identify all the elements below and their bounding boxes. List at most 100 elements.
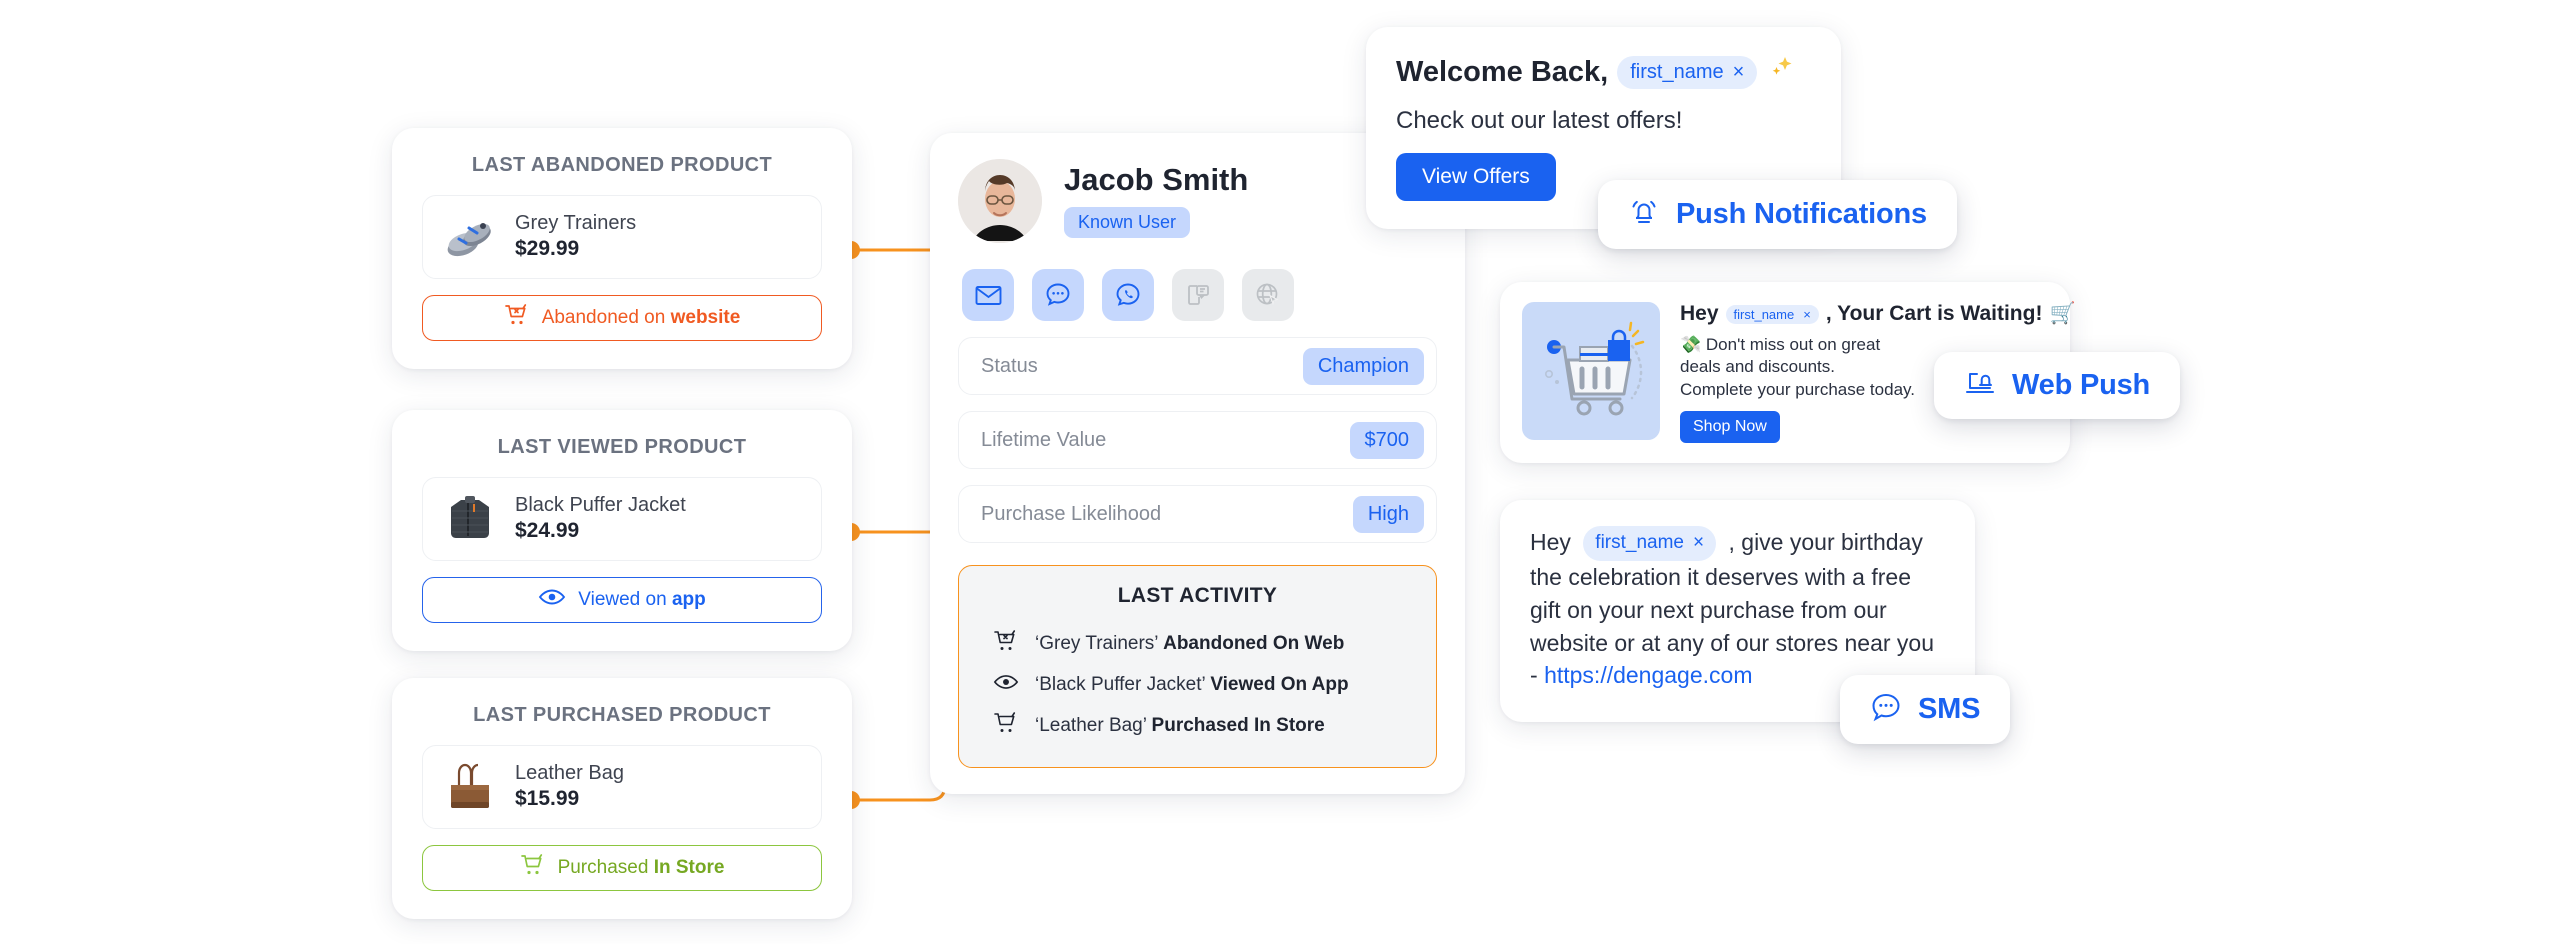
web-push-badge[interactable]: Web Push [1934, 352, 2181, 419]
whatsapp-channel-icon[interactable] [1102, 269, 1154, 321]
stat-value: $700 [1349, 421, 1424, 459]
sms-prefix: Hey [1530, 529, 1571, 555]
product-row: Black Puffer Jacket $24.99 [422, 477, 822, 561]
close-icon[interactable]: × [1733, 61, 1745, 84]
sms-message: Hey first_name × , give your birthday th… [1530, 526, 1945, 692]
list-item: ‘Leather Bag’ Purchased In Store [981, 704, 1414, 747]
last-activity-panel: LAST ACTIVITY ‘Grey Trainers’ Abandoned … [958, 565, 1437, 768]
action-label: Purchased [557, 857, 654, 878]
card-title: LAST ABANDONED PRODUCT [471, 154, 773, 176]
last-abandoned-product-card: LAST ABANDONED PRODUCT Grey Trainers $29… [392, 128, 852, 369]
product-price: $29.99 [515, 237, 580, 261]
last-purchased-product-card: LAST PURCHASED PRODUCT Leather Bag $15.9… [392, 678, 852, 919]
product-row: Leather Bag $15.99 [422, 745, 822, 829]
leather-bag-thumb [439, 756, 501, 818]
purchased-in-store-button[interactable]: Purchased In Store [422, 845, 822, 891]
first-name-token[interactable]: first_name × [1617, 55, 1758, 89]
mobile-push-channel-icon[interactable] [1172, 269, 1224, 321]
stat-row-lifetime-value: Lifetime Value $700 [958, 411, 1437, 469]
first-name-token[interactable]: first_name × [1583, 526, 1717, 562]
badge-label: Push Notifications [1676, 198, 1927, 230]
action-label-bold: website [670, 307, 741, 328]
webpush-title: Hey first_name × , Your Cart is Waiting!… [1680, 302, 2076, 326]
activity-product: ‘Grey Trainers’ [1035, 632, 1158, 654]
product-name: Grey Trainers [515, 212, 637, 235]
activity-action: Viewed On App [1210, 673, 1349, 695]
action-label: Abandoned on [541, 307, 671, 328]
stat-label: Purchase Likelihood [981, 502, 1162, 525]
card-title: LAST VIEWED PRODUCT [497, 436, 747, 458]
welcome-heading-text: Welcome Back, [1396, 55, 1609, 88]
welcome-subtitle: Check out our latest offers! [1396, 107, 1683, 134]
token-label: first_name [1630, 60, 1724, 83]
money-emoji-icon: 💸 [1680, 335, 1702, 354]
viewed-on-app-button[interactable]: Viewed on app [422, 577, 822, 623]
cart-icon [520, 853, 546, 883]
close-icon[interactable]: × [1693, 530, 1704, 557]
webpush-body-line1: Don't miss out on great [1705, 335, 1881, 354]
cart-x-icon [504, 303, 530, 333]
action-label-bold: app [671, 589, 706, 610]
black-puffer-jacket-thumb [439, 488, 501, 550]
shopping-cart-illustration [1522, 302, 1660, 440]
product-price: $15.99 [515, 787, 580, 811]
last-activity-title: LAST ACTIVITY [1117, 584, 1278, 607]
stat-value: Champion [1302, 347, 1424, 385]
cart-emoji-icon: 🛒 [2049, 302, 2076, 325]
product-row: Grey Trainers $29.99 [422, 195, 822, 279]
card-title: LAST PURCHASED PRODUCT [473, 704, 771, 726]
web-push-channel-icon[interactable] [1242, 269, 1294, 321]
grey-trainers-thumb [439, 206, 501, 268]
sparkles-icon [1766, 53, 1796, 91]
activity-action: Purchased In Store [1151, 714, 1325, 736]
sms-channel-icon[interactable] [1032, 269, 1084, 321]
stat-row-status: Status Champion [958, 337, 1437, 395]
channel-icon-row [962, 269, 1437, 321]
eye-icon [538, 587, 566, 613]
webpush-title-prefix: Hey [1680, 302, 1719, 325]
webpush-body-line3: Complete your purchase today. [1680, 379, 1915, 399]
first-name-token[interactable]: first_name × [1725, 304, 1819, 324]
laptop-bell-icon [1964, 368, 1996, 403]
view-offers-button[interactable]: View Offers [1396, 153, 1556, 201]
badge-label: Web Push [2012, 369, 2151, 401]
badge-label: SMS [1918, 693, 1981, 725]
push-notifications-badge[interactable]: Push Notifications [1598, 180, 1957, 249]
cart-icon [993, 711, 1019, 740]
canvas: LAST ABANDONED PRODUCT Grey Trainers $29… [0, 0, 2560, 944]
sms-link[interactable]: https://dengage.com [1544, 662, 1752, 688]
stat-row-purchase-likelihood: Purchase Likelihood High [958, 485, 1437, 543]
action-label: Viewed on [578, 589, 672, 610]
abandoned-on-website-button[interactable]: Abandoned on website [422, 295, 822, 341]
stat-label: Lifetime Value [981, 428, 1107, 451]
webpush-title-suffix: , Your Cart is Waiting! [1825, 302, 2043, 325]
customer-profile-card: Jacob Smith Known User Status Champion L… [930, 133, 1465, 794]
token-label: first_name [1733, 306, 1795, 322]
activity-product: ‘Leather Bag’ [1035, 714, 1147, 736]
sms-badge[interactable]: SMS [1840, 675, 2011, 744]
list-item: ‘Grey Trainers’ Abandoned On Web [981, 622, 1414, 665]
token-label: first_name [1595, 532, 1684, 554]
cart-x-icon [993, 629, 1019, 658]
page-title: Jacob Smith [1064, 162, 1249, 198]
email-channel-icon[interactable] [962, 269, 1014, 321]
shop-now-button[interactable]: Shop Now [1680, 411, 1780, 444]
welcome-heading: Welcome Back, first_name × [1396, 53, 1811, 91]
chat-bubble-icon [1870, 691, 1902, 728]
bell-icon [1628, 196, 1660, 233]
close-icon[interactable]: × [1803, 307, 1811, 322]
stat-label: Status [981, 354, 1038, 377]
webpush-body-line2: deals and discounts. [1680, 357, 1835, 377]
eye-icon [993, 672, 1019, 697]
product-name: Black Puffer Jacket [515, 494, 686, 517]
activity-product: ‘Black Puffer Jacket’ [1035, 673, 1206, 695]
action-label-bold: In Store [653, 857, 725, 878]
last-viewed-product-card: LAST VIEWED PRODUCT Black Puffer Jacket … [392, 410, 852, 651]
product-price: $24.99 [515, 519, 580, 543]
product-name: Leather Bag [515, 762, 624, 785]
status-badge: Known User [1064, 206, 1191, 238]
jacob-smith-avatar [958, 159, 1042, 243]
activity-action: Abandoned On Web [1163, 632, 1345, 654]
list-item: ‘Black Puffer Jacket’ Viewed On App [981, 665, 1414, 704]
stat-value: High [1352, 495, 1424, 533]
